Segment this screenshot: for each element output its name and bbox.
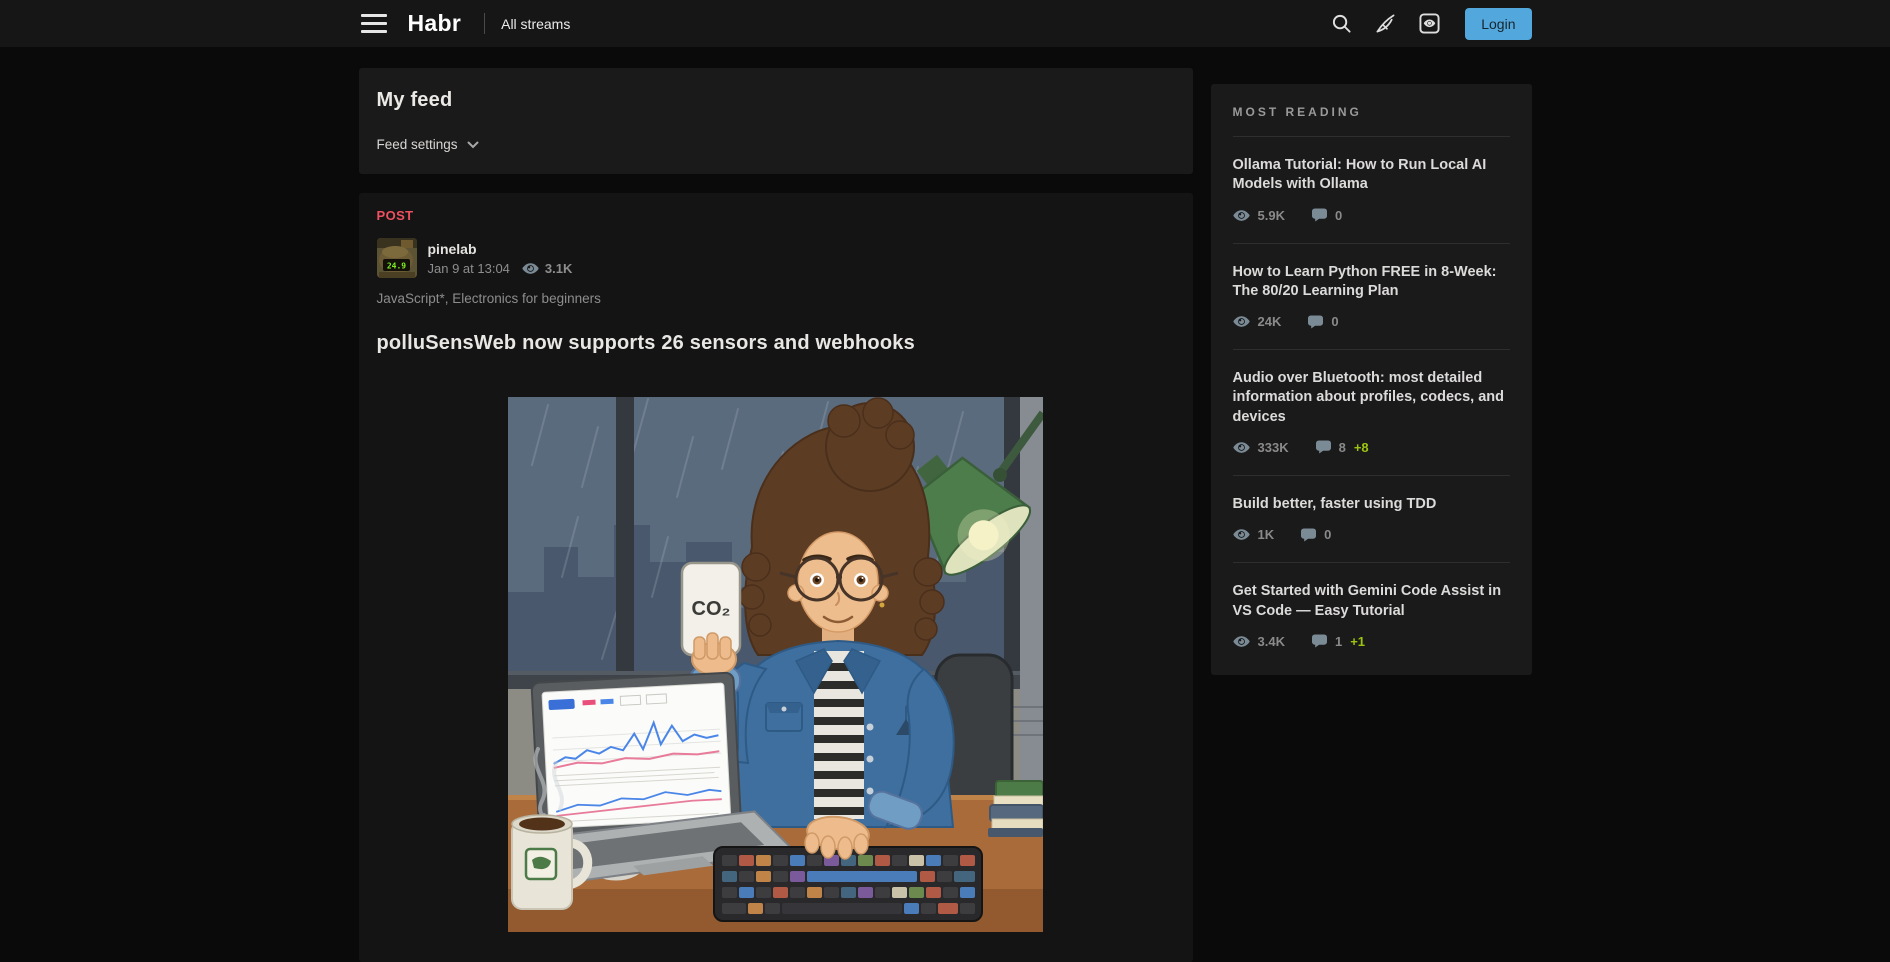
article-link[interactable]: Build better, faster using TDD <box>1233 495 1510 514</box>
meta-lines: pinelab Jan 9 at 13:04 3.1K <box>428 241 573 276</box>
post-type-badge[interactable]: POST <box>377 208 1175 223</box>
content-area: My feed Feed settings POST <box>359 68 1532 962</box>
article-comments[interactable]: 0 <box>1312 208 1342 223</box>
comment-icon <box>1316 440 1331 454</box>
article-views: 24K <box>1233 314 1282 329</box>
post-cover-illustration: CO₂ <box>508 397 1043 932</box>
author-name[interactable]: pinelab <box>428 241 573 257</box>
article-views: 333K <box>1233 440 1289 455</box>
main-column: My feed Feed settings POST <box>359 68 1193 962</box>
books-stack <box>988 781 1043 837</box>
article-comments[interactable]: 0 <box>1301 527 1331 542</box>
new-comments-count: +8 <box>1354 440 1369 455</box>
views-eye-icon <box>522 262 539 275</box>
comment-icon <box>1312 634 1327 648</box>
most-reading-item: How to Learn Python FREE in 8-Week: The … <box>1233 244 1510 351</box>
most-reading-title: MOST READING <box>1233 105 1510 119</box>
author-avatar[interactable]: 24.9 <box>377 238 417 278</box>
comments-count: 1 <box>1335 634 1342 649</box>
post-title[interactable]: polluSensWeb now supports 26 sensors and… <box>377 332 1175 355</box>
feed-settings-toggle[interactable]: Feed settings <box>377 137 479 152</box>
views-count: 3.4K <box>1258 634 1285 649</box>
article-stats: 333K 8 +8 <box>1233 440 1510 455</box>
article-comments[interactable]: 0 <box>1308 314 1338 329</box>
views-eye-icon <box>1233 635 1250 648</box>
article-stats: 24K 0 <box>1233 314 1510 329</box>
avatar-image: 24.9 <box>377 238 417 278</box>
article-link[interactable]: Ollama Tutorial: How to Run Local AI Mod… <box>1233 156 1510 195</box>
habr-page: Habr All streams Login My feed Feed sett… <box>0 0 1890 962</box>
navbar-inner: Habr All streams Login <box>359 0 1532 47</box>
article-link[interactable]: Audio over Bluetooth: most detailed info… <box>1233 369 1510 427</box>
post-image-wrap: CO₂ <box>377 397 1175 932</box>
article-views: 3.4K <box>1233 634 1285 649</box>
most-reading-item: Ollama Tutorial: How to Run Local AI Mod… <box>1233 137 1510 244</box>
views-count: 333K <box>1258 440 1289 455</box>
comment-icon <box>1312 208 1327 222</box>
login-button[interactable]: Login <box>1465 8 1531 40</box>
views-count: 5.9K <box>1258 208 1285 223</box>
habr-logo[interactable]: Habr <box>408 10 462 37</box>
views-count: 24K <box>1258 314 1282 329</box>
search-icon[interactable] <box>1331 13 1352 34</box>
views-eye-icon <box>1233 528 1250 541</box>
views-eye-icon <box>1233 315 1250 328</box>
comments-count: 8 <box>1339 440 1346 455</box>
views-eye-icon <box>1233 209 1250 222</box>
post-meta: 24.9 pinelab Jan 9 at 13:04 3.1K <box>377 238 1175 278</box>
post-card: POST 24.9 <box>359 193 1193 962</box>
most-reading-item: Get Started with Gemini Code Assist in V… <box>1233 563 1510 669</box>
write-post-pen-icon[interactable] <box>1375 13 1396 34</box>
feed-settings-label: Feed settings <box>377 137 458 152</box>
page-title: My feed <box>377 89 1175 112</box>
chevron-down-icon <box>467 141 479 149</box>
most-reading-item: Audio over Bluetooth: most detailed info… <box>1233 350 1510 476</box>
meta-row: Jan 9 at 13:04 3.1K <box>428 261 573 276</box>
article-stats: 3.4K 1 +1 <box>1233 634 1510 649</box>
views-count: 1K <box>1258 527 1275 542</box>
navbar-divider <box>484 13 485 34</box>
comments-count: 0 <box>1335 208 1342 223</box>
navbar-icons <box>1331 13 1440 34</box>
views-count: 3.1K <box>545 261 572 276</box>
article-link[interactable]: Get Started with Gemini Code Assist in V… <box>1233 582 1510 621</box>
article-views: 1K <box>1233 527 1275 542</box>
sidebar: MOST READING Ollama Tutorial: How to Run… <box>1211 68 1532 675</box>
article-link[interactable]: How to Learn Python FREE in 8-Week: The … <box>1233 263 1510 302</box>
article-stats: 5.9K 0 <box>1233 208 1510 223</box>
most-reading-item: Build better, faster using TDD 1K 0 <box>1233 476 1510 563</box>
comments-count: 0 <box>1331 314 1338 329</box>
post-views: 3.1K <box>522 261 572 276</box>
post-hubs[interactable]: JavaScript*, Electronics for beginners <box>377 291 1175 306</box>
post-timestamp: Jan 9 at 13:04 <box>428 261 510 276</box>
article-comments[interactable]: 8 +8 <box>1316 440 1369 455</box>
feed-header-card: My feed Feed settings <box>359 68 1193 174</box>
views-eye-icon <box>1233 441 1250 454</box>
comment-icon <box>1301 528 1316 542</box>
new-comments-count: +1 <box>1350 634 1365 649</box>
comment-icon <box>1308 315 1323 329</box>
reader-mode-eye-icon[interactable] <box>1419 13 1440 34</box>
article-stats: 1K 0 <box>1233 527 1510 542</box>
article-comments[interactable]: 1 +1 <box>1312 634 1365 649</box>
stream-selector[interactable]: All streams <box>501 16 570 32</box>
most-reading-card: MOST READING Ollama Tutorial: How to Run… <box>1211 84 1532 675</box>
comments-count: 0 <box>1324 527 1331 542</box>
svg-text:24.9: 24.9 <box>386 262 405 271</box>
article-views: 5.9K <box>1233 208 1285 223</box>
top-navbar: Habr All streams Login <box>0 0 1890 47</box>
hamburger-menu-icon[interactable] <box>361 14 387 33</box>
co2-label: CO₂ <box>692 598 731 620</box>
